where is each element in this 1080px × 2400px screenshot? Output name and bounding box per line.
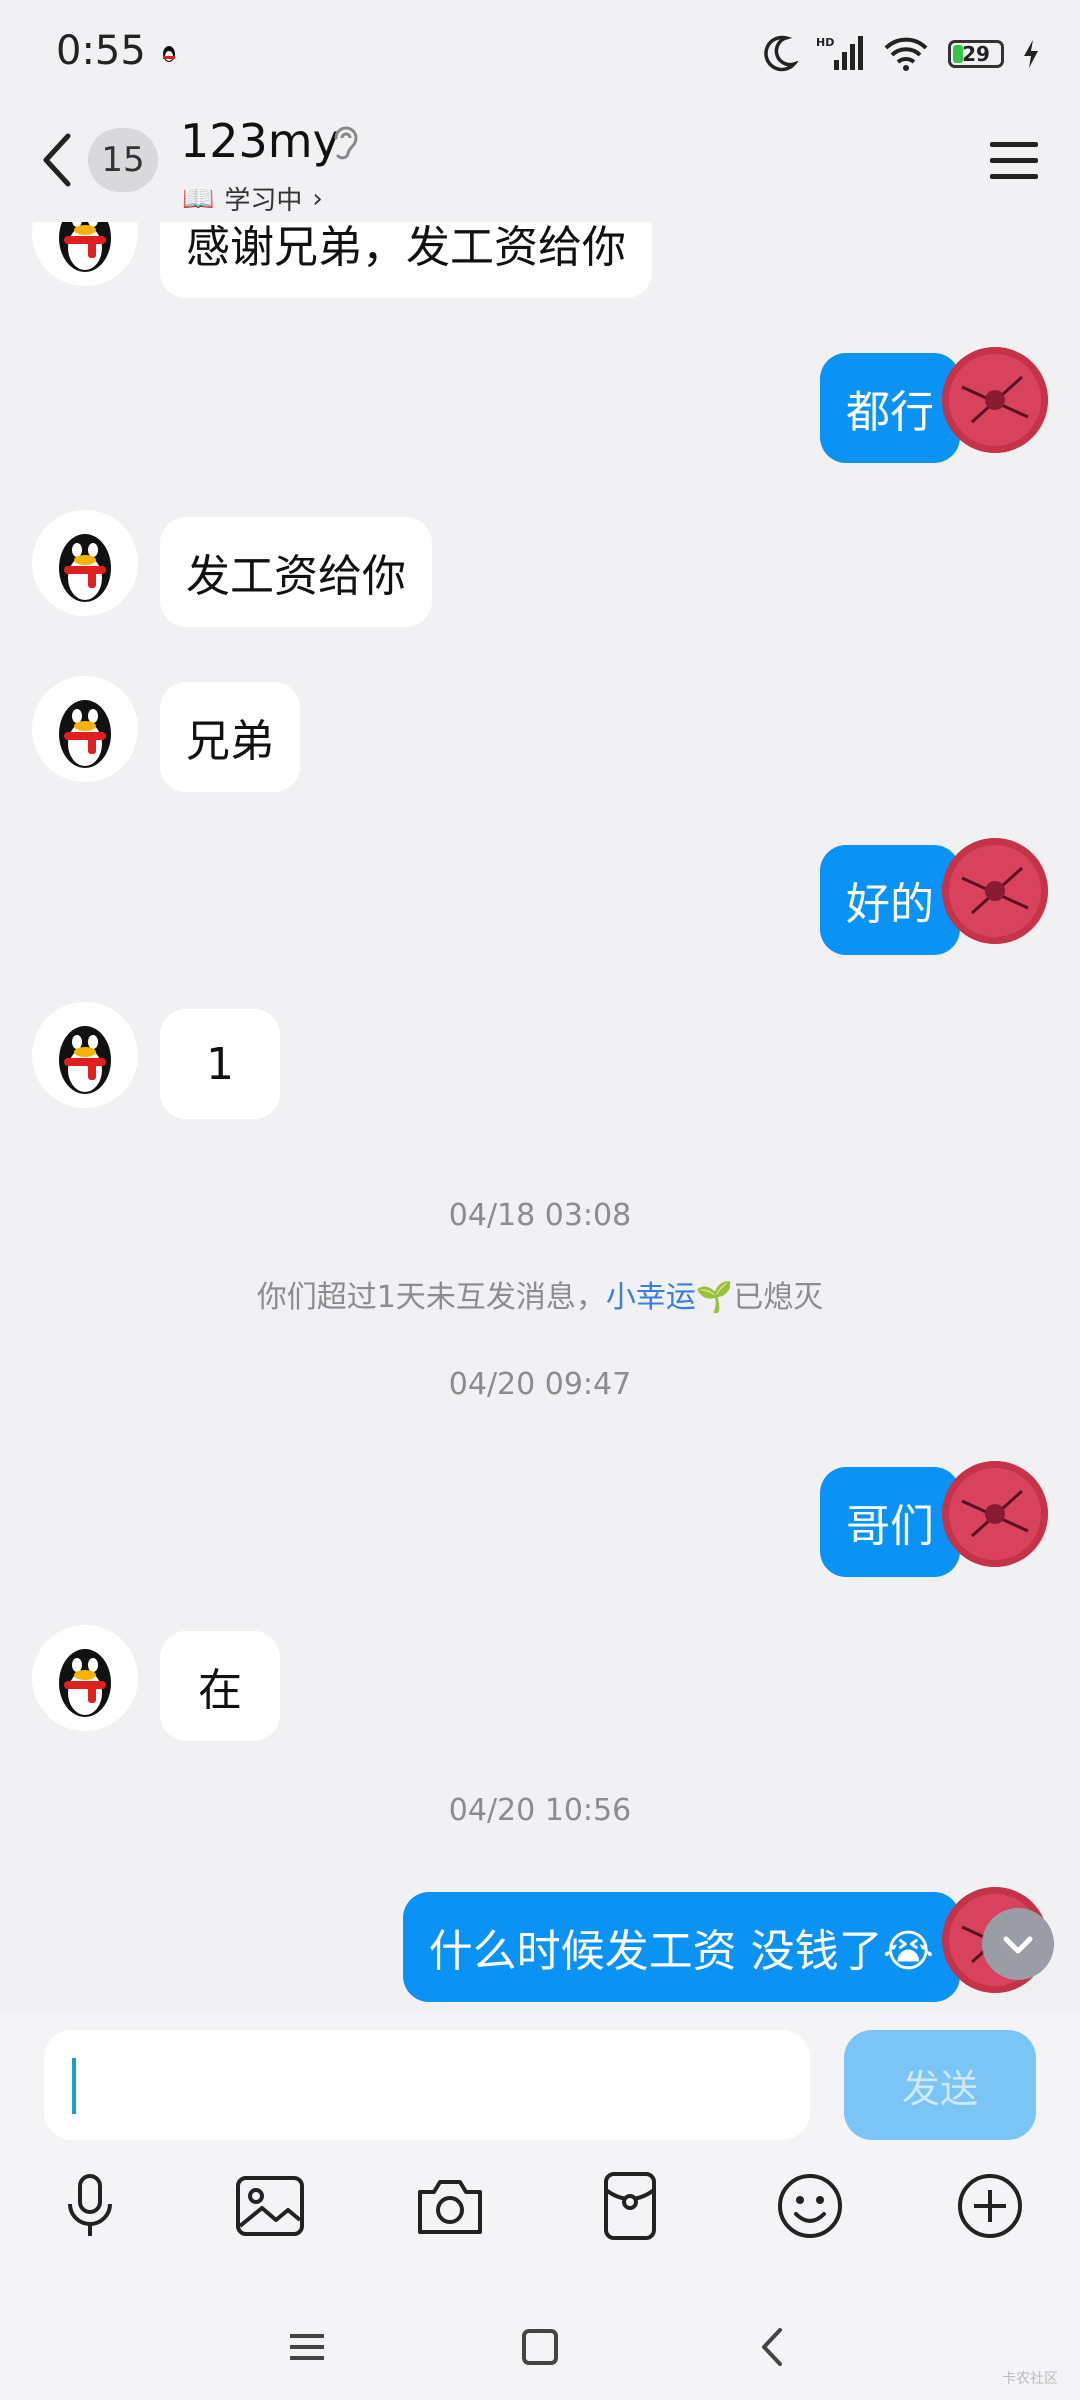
my-avatar[interactable] (942, 347, 1048, 453)
home-icon[interactable] (515, 2322, 565, 2372)
chat-header: 15 123my 📖 学习中 › (0, 110, 1080, 222)
system-nav-bar: 卡农社区 (0, 2300, 1080, 2400)
system-notice: 你们超过1天未互发消息，小幸运🌱已熄灭 (0, 1272, 1080, 1316)
contact-avatar[interactable] (32, 1002, 138, 1108)
message-timestamp: 04/20 10:56 (448, 1793, 632, 1828)
message-bubble-incoming[interactable]: 1 (160, 1009, 280, 1119)
back-arrow-icon[interactable] (34, 128, 82, 192)
camera-icon[interactable] (412, 2168, 488, 2244)
message-bubble-incoming[interactable]: 发工资给你 (160, 517, 432, 627)
plus-icon[interactable] (952, 2168, 1028, 2244)
ear-icon[interactable] (328, 122, 364, 166)
status-bar: 0:55 HD 29 (0, 0, 1080, 110)
system-notice-suffix: 已熄灭 (733, 1280, 824, 1315)
message-input[interactable] (44, 2030, 810, 2140)
message-bubble-outgoing[interactable]: 什么时候发工资 没钱了😭 (402, 1892, 960, 2002)
menu-icon[interactable] (986, 134, 1042, 186)
send-button[interactable]: 发送 (844, 2030, 1036, 2140)
red-packet-icon[interactable] (592, 2168, 668, 2244)
chevron-right-icon: › (312, 183, 323, 214)
message-bubble-outgoing[interactable]: 好的 (820, 845, 960, 955)
emoji-icon[interactable] (772, 2168, 848, 2244)
text-cursor (72, 2058, 76, 2114)
my-avatar[interactable] (942, 838, 1048, 944)
image-icon[interactable] (232, 2168, 308, 2244)
battery-level: 29 (962, 42, 990, 66)
back-icon[interactable] (748, 2322, 798, 2372)
message-list[interactable]: 感谢兄弟，发工资给你 都行 发工资给你 兄弟 好的 1 04/18 03:08 … (0, 0, 1080, 2010)
message-bubble-incoming[interactable]: 兄弟 (160, 682, 300, 792)
message-bubble-incoming[interactable]: 在 (160, 1631, 280, 1741)
qq-notification-icon (163, 46, 175, 62)
status-time: 0:55 (56, 28, 146, 74)
scroll-to-bottom-button[interactable] (982, 1908, 1054, 1980)
charging-icon (1024, 40, 1038, 68)
book-icon: 📖 (182, 183, 215, 214)
contact-avatar[interactable] (32, 510, 138, 616)
battery-icon: 29 (948, 40, 1004, 68)
message-timestamp: 04/20 09:47 (448, 1367, 632, 1402)
contact-status-text: 学习中 (224, 186, 303, 216)
moon-icon (764, 35, 798, 72)
mic-icon[interactable] (52, 2168, 128, 2244)
svg-text:HD: HD (816, 36, 834, 49)
message-timestamp: 04/18 03:08 (448, 1198, 632, 1233)
message-bubble-outgoing[interactable]: 哥们 (820, 1467, 960, 1577)
signal-icon: HD (816, 36, 863, 70)
contact-avatar[interactable] (32, 1625, 138, 1731)
sprout-icon: 🌱 (695, 1280, 734, 1315)
contact-avatar[interactable] (32, 676, 138, 782)
lucky-streak-link[interactable]: 小幸运 (606, 1280, 696, 1315)
my-avatar[interactable] (942, 1461, 1048, 1567)
menu-icon[interactable] (282, 2322, 332, 2372)
chat-title[interactable]: 123my (180, 114, 340, 168)
chevron-down-icon (1003, 1936, 1033, 1954)
message-bubble-outgoing[interactable]: 都行 (820, 353, 960, 463)
contact-status[interactable]: 📖 学习中 › (182, 180, 323, 217)
wifi-icon (884, 37, 928, 71)
system-notice-text: 你们超过1天未互发消息， (256, 1280, 606, 1315)
unread-count-badge[interactable]: 15 (88, 128, 158, 192)
watermark: 卡农社区 (1002, 2371, 1058, 2387)
